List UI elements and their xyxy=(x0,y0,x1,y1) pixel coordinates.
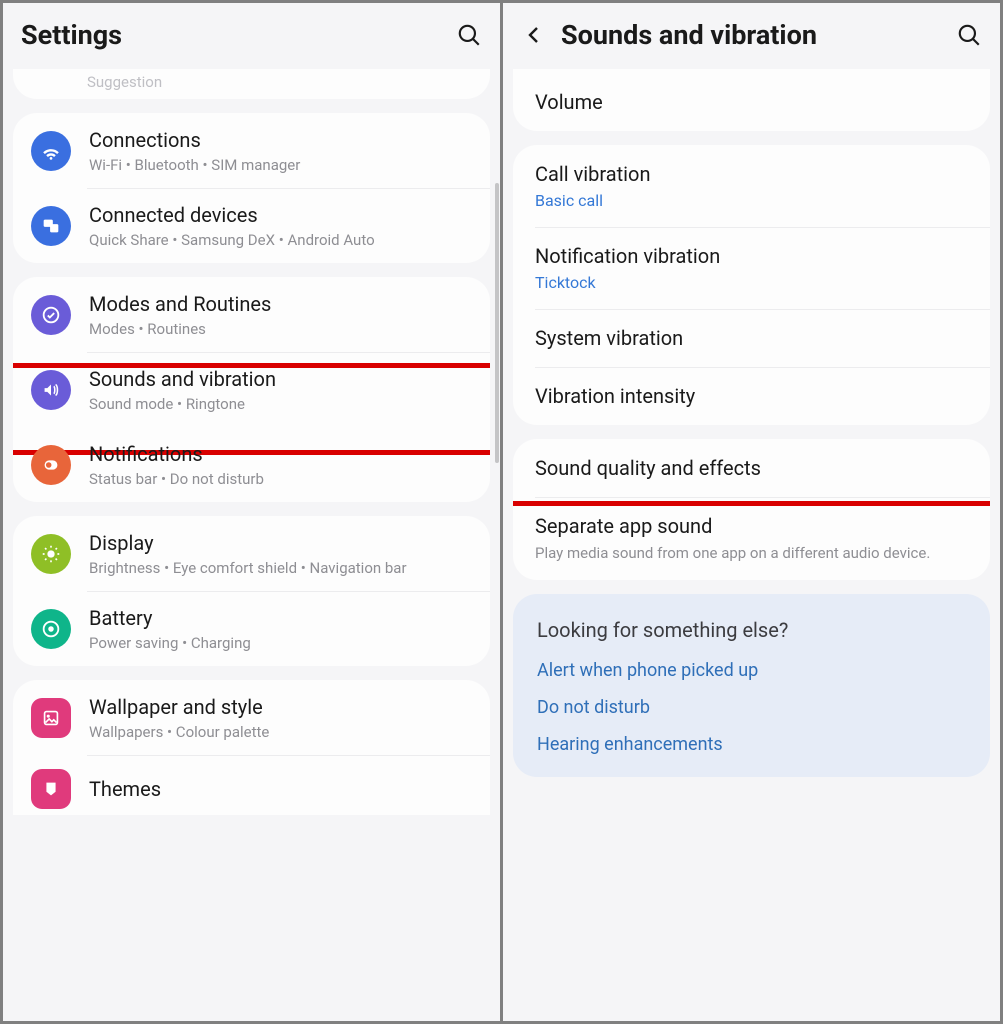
item-title: Call vibration xyxy=(535,162,968,186)
sounds-group: Sound quality and effects Separate app s… xyxy=(513,439,990,580)
settings-item-call-vibration[interactable]: Call vibration Basic call xyxy=(513,145,990,227)
settings-item-display[interactable]: Display Brightness • Eye comfort shield … xyxy=(13,516,490,591)
item-title: Modes and Routines xyxy=(89,291,271,317)
sounds-header: Sounds and vibration xyxy=(503,3,1000,69)
page-title: Sounds and vibration xyxy=(561,19,942,51)
settings-item-notifications[interactable]: Notifications Status bar • Do not distur… xyxy=(13,427,490,502)
looking-link-dnd[interactable]: Do not disturb xyxy=(537,697,966,718)
item-subtitle: Wallpapers • Colour palette xyxy=(89,723,269,741)
item-title: Notification vibration xyxy=(535,244,968,268)
settings-item-themes[interactable]: Themes xyxy=(13,755,490,815)
settings-item-notification-vibration[interactable]: Notification vibration Ticktock xyxy=(513,227,990,309)
looking-link-alert[interactable]: Alert when phone picked up xyxy=(537,660,966,681)
suggestion-group: Suggestion xyxy=(13,69,490,99)
settings-pane: Settings Suggestion Connections Wi-Fi • … xyxy=(3,3,500,1021)
sound-icon xyxy=(31,370,71,410)
wifi-icon xyxy=(31,131,71,171)
settings-header: Settings xyxy=(3,3,500,69)
settings-item-connections[interactable]: Connections Wi-Fi • Bluetooth • SIM mana… xyxy=(13,113,490,188)
display-icon xyxy=(31,534,71,574)
settings-group: Modes and Routines Modes • Routines Soun… xyxy=(13,277,490,502)
item-title: Display xyxy=(89,530,407,556)
item-title: Connected devices xyxy=(89,202,375,228)
item-description: Play media sound from one app on a diffe… xyxy=(535,543,968,563)
settings-item-connected-devices[interactable]: Connected devices Quick Share • Samsung … xyxy=(13,188,490,263)
scrollbar[interactable] xyxy=(495,183,499,463)
item-subtitle: Wi-Fi • Bluetooth • SIM manager xyxy=(89,156,300,174)
settings-item-separate-app-sound[interactable]: Separate app sound Play media sound from… xyxy=(513,497,990,580)
looking-heading: Looking for something else? xyxy=(537,618,966,642)
settings-item-modes-routines[interactable]: Modes and Routines Modes • Routines xyxy=(13,277,490,352)
page-title: Settings xyxy=(21,19,442,51)
item-title: Sounds and vibration xyxy=(89,366,276,392)
sounds-vibration-pane: Sounds and vibration Volume Call vibrati… xyxy=(503,3,1000,1021)
settings-item-vibration-intensity[interactable]: Vibration intensity xyxy=(513,367,990,425)
item-value: Ticktock xyxy=(535,273,968,292)
looking-card: Looking for something else? Alert when p… xyxy=(513,594,990,777)
notifications-icon xyxy=(31,445,71,485)
item-title: Volume xyxy=(535,90,968,114)
item-subtitle: Status bar • Do not disturb xyxy=(89,470,264,488)
devices-icon xyxy=(31,206,71,246)
settings-item-system-vibration[interactable]: System vibration xyxy=(513,309,990,367)
settings-item-volume[interactable]: Volume xyxy=(513,73,990,131)
item-title: Vibration intensity xyxy=(535,384,968,408)
sounds-group: Call vibration Basic call Notification v… xyxy=(513,145,990,425)
item-title: Notifications xyxy=(89,441,264,467)
settings-item-battery[interactable]: Battery Power saving • Charging xyxy=(13,591,490,666)
settings-item-sound-quality[interactable]: Sound quality and effects xyxy=(513,439,990,497)
search-icon[interactable] xyxy=(956,22,982,48)
item-value: Basic call xyxy=(535,191,968,210)
item-title: Sound quality and effects xyxy=(535,456,968,480)
settings-item-wallpaper[interactable]: Wallpaper and style Wallpapers • Colour … xyxy=(13,680,490,755)
item-title: Wallpaper and style xyxy=(89,694,269,720)
wallpaper-icon xyxy=(31,698,71,738)
back-icon[interactable] xyxy=(521,22,547,48)
item-subtitle: Sound mode • Ringtone xyxy=(89,395,276,413)
looking-link-hearing[interactable]: Hearing enhancements xyxy=(537,734,966,755)
sounds-group: Volume xyxy=(513,69,990,131)
item-title: Themes xyxy=(89,776,161,802)
item-subtitle: Power saving • Charging xyxy=(89,634,251,652)
themes-icon xyxy=(31,769,71,809)
item-subtitle: Quick Share • Samsung DeX • Android Auto xyxy=(89,231,375,249)
sounds-list: Volume Call vibration Basic call Notific… xyxy=(503,69,1000,1021)
search-icon[interactable] xyxy=(456,22,482,48)
item-title: Battery xyxy=(89,605,251,631)
item-title: Separate app sound xyxy=(535,514,968,538)
settings-group: Display Brightness • Eye comfort shield … xyxy=(13,516,490,666)
item-subtitle: Brightness • Eye comfort shield • Naviga… xyxy=(89,559,407,577)
settings-group: Connections Wi-Fi • Bluetooth • SIM mana… xyxy=(13,113,490,263)
item-title: System vibration xyxy=(535,326,968,350)
check-icon xyxy=(31,295,71,335)
battery-icon xyxy=(31,609,71,649)
suggestion-label: Suggestion xyxy=(13,73,490,99)
item-subtitle: Modes • Routines xyxy=(89,320,271,338)
settings-list: Suggestion Connections Wi-Fi • Bluetooth… xyxy=(3,69,500,1021)
item-title: Connections xyxy=(89,127,300,153)
settings-item-sounds-vibration[interactable]: Sounds and vibration Sound mode • Ringto… xyxy=(13,352,490,427)
settings-group: Wallpaper and style Wallpapers • Colour … xyxy=(13,680,490,815)
